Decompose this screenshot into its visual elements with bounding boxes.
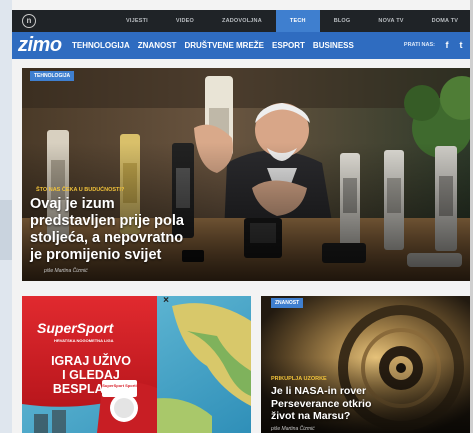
hero-tag[interactable]: TEHNOLOGIJA	[30, 71, 75, 81]
secondary-headline-line[interactable]: Je li NASA-in rover	[271, 385, 371, 398]
category-menu: TEHNOLOGIJA ZNANOST DRUŠTVENE MREŽE ESPO…	[72, 32, 362, 59]
hero-headline-line[interactable]: stoljeća, a nepovratno	[30, 230, 184, 247]
top-nav-doma-tv[interactable]: DOMA TV	[418, 10, 473, 32]
category-drustvene-mreze[interactable]: DRUŠTVENE MREŽE	[184, 32, 264, 59]
hero-kicker: ŠTO NAS ČEKA U BUDUĆNOSTI?	[36, 187, 125, 193]
secondary-headline-line[interactable]: život na Marsu?	[271, 410, 371, 423]
network-logo[interactable]: n	[22, 14, 36, 28]
ad-badge: SuperSport Sporti	[102, 380, 137, 397]
hero-headline-line[interactable]: predstavljen prije pola	[30, 213, 184, 230]
hero-headline-line[interactable]: je promijenio svijet	[30, 247, 184, 264]
site-logo[interactable]: zimo	[18, 34, 62, 56]
secondary-article-headline[interactable]: Je li NASA-in rover Perseverance otkrio …	[271, 385, 371, 423]
hero-headline[interactable]: Ovaj je izum predstavljen prije pola sto…	[30, 196, 184, 264]
category-esport[interactable]: ESPORT	[272, 32, 305, 59]
page: n VIJESTI VIDEO ZADOVOLJNA TECH BLOG NOV…	[12, 0, 473, 433]
category-business[interactable]: BUSINESS	[313, 32, 354, 59]
top-nav-video[interactable]: VIDEO	[162, 10, 208, 32]
category-tehnologija[interactable]: TEHNOLOGIJA	[72, 32, 130, 59]
ad-banner[interactable]: SuperSport HRVATSKA NOGOMETNA LIGA IGRAJ…	[22, 296, 251, 433]
hero-byline: piše Martina Čizmić	[44, 268, 88, 274]
follow-label: PRATI NAS:	[403, 42, 435, 48]
hero-headline-line[interactable]: Ovaj je izum	[30, 196, 184, 213]
secondary-article-kicker: PRIKUPLJA UZORKE	[271, 376, 327, 382]
top-nav-nova-tv[interactable]: NOVA TV	[364, 10, 417, 32]
top-bar: n VIJESTI VIDEO ZADOVOLJNA TECH BLOG NOV…	[12, 10, 473, 32]
secondary-article-tag[interactable]: ZNANOST	[271, 298, 304, 308]
top-nav-zadovoljna[interactable]: ZADOVOLJNA	[208, 10, 276, 32]
scrollbar[interactable]	[470, 0, 473, 433]
secondary-headline-line[interactable]: Perseverance otkrio	[271, 398, 371, 411]
facebook-icon[interactable]: f	[441, 39, 453, 51]
ad-logo: SuperSport	[37, 320, 113, 336]
top-nav-tech[interactable]: TECH	[275, 10, 320, 32]
top-nav: VIJESTI VIDEO ZADOVOLJNA TECH BLOG NOVA …	[112, 10, 472, 32]
main-nav: zimo TEHNOLOGIJA ZNANOST DRUŠTVENE MREŽE…	[12, 32, 473, 59]
top-nav-blog[interactable]: BLOG	[320, 10, 365, 32]
category-znanost[interactable]: ZNANOST	[138, 32, 177, 59]
ad-copy-line: IGRAJ UŽIVO	[51, 354, 131, 368]
close-icon[interactable]: ×	[161, 296, 171, 306]
ad-brand: SuperSport	[37, 320, 114, 336]
hero-article[interactable]: TEHNOLOGIJA ŠTO NAS ČEKA U BUDUĆNOSTI? O…	[22, 68, 470, 281]
twitter-icon[interactable]: t	[455, 39, 467, 51]
secondary-article-byline: piše Martina Čizmić	[271, 426, 315, 432]
secondary-article[interactable]: ZNANOST PRIKUPLJA UZORKE Je li NASA-in r…	[261, 296, 470, 433]
top-nav-vijesti[interactable]: VIJESTI	[112, 10, 162, 32]
strip-marker	[0, 200, 12, 260]
ad-subline: HRVATSKA NOGOMETNA LIGA	[54, 338, 114, 343]
browser-left-strip	[0, 0, 12, 433]
